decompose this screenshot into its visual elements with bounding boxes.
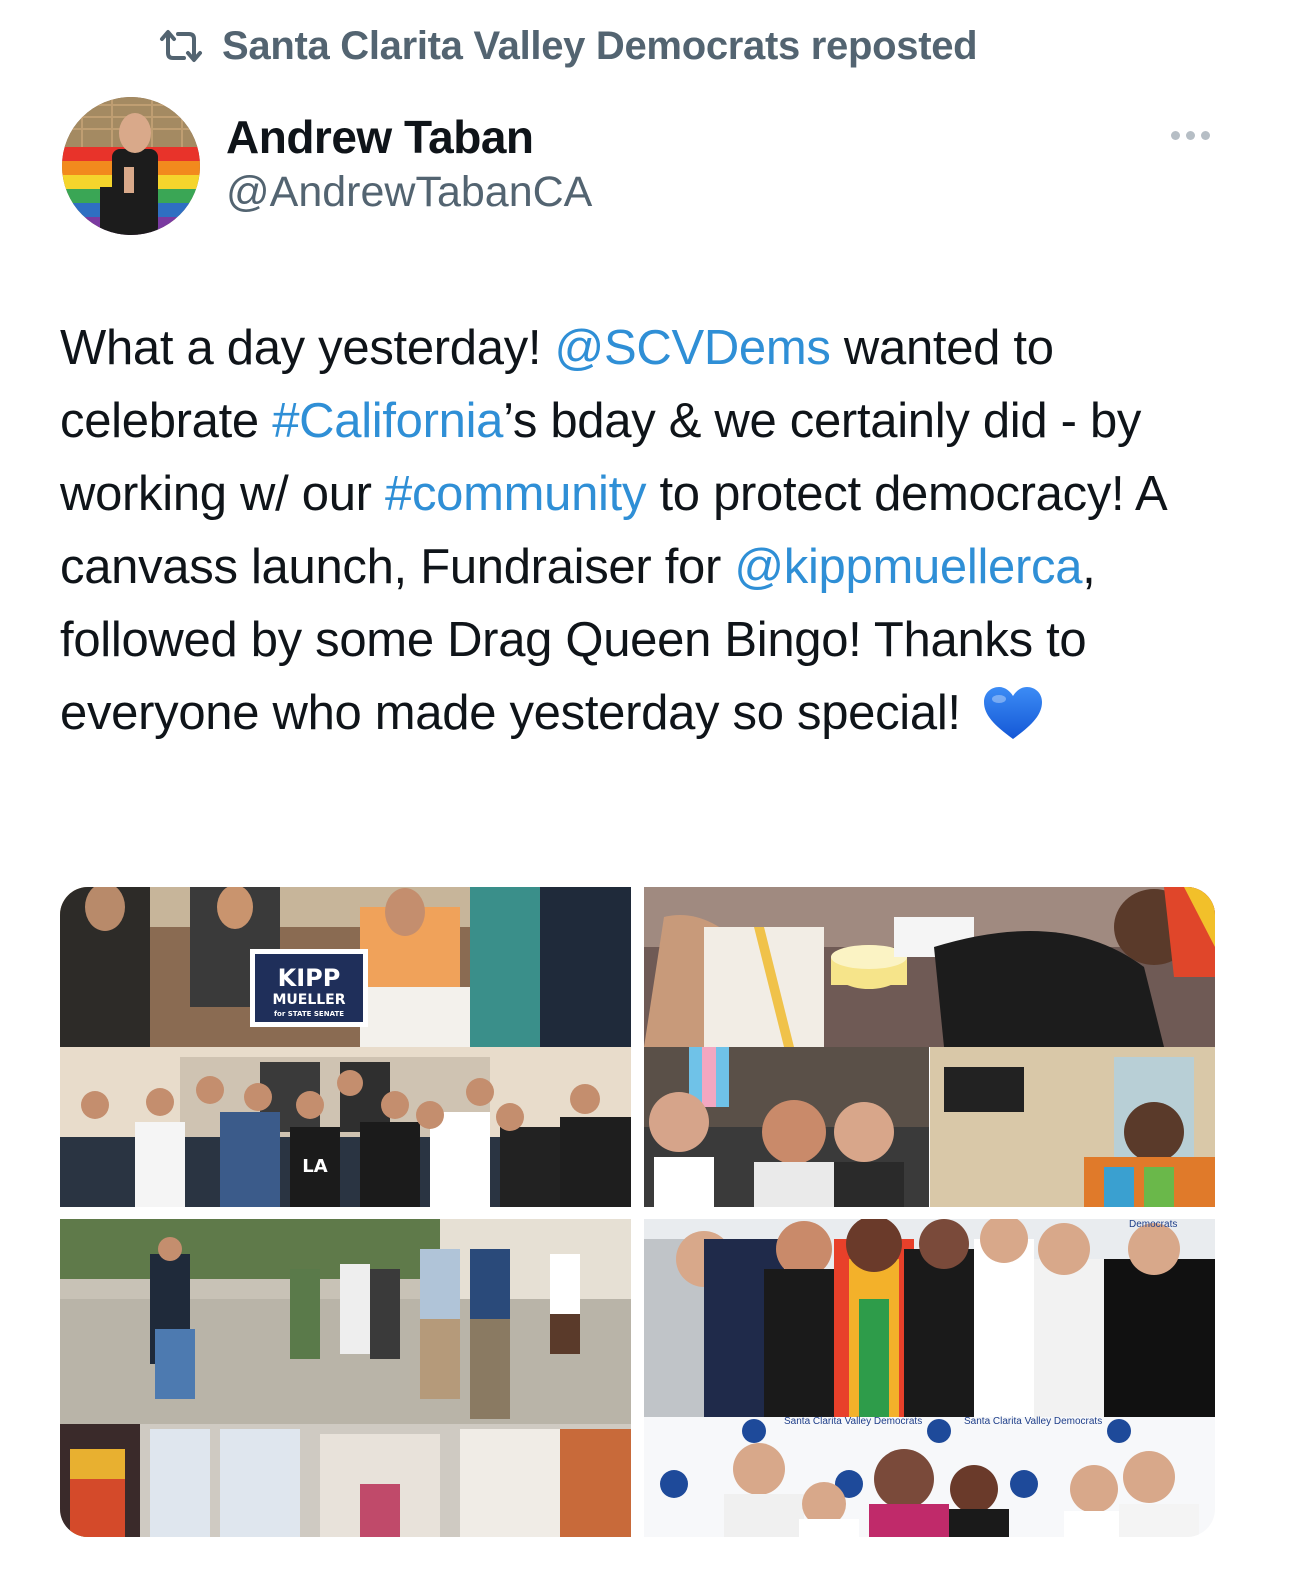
media-photo-drag-bingo[interactable]: Democrats Santa Clarita Valley Democrats… <box>644 1219 1215 1537</box>
author-handle[interactable]: @AndrewTabanCA <box>226 168 592 217</box>
media-photo-birthday-party[interactable] <box>644 887 1215 1207</box>
repost-label[interactable]: Santa Clarita Valley Democrats reposted <box>222 24 978 69</box>
sign-line-1: KIPP <box>278 964 341 992</box>
more-options-button[interactable] <box>1160 115 1220 155</box>
avatar[interactable] <box>62 97 200 235</box>
repost-indicator[interactable]: Santa Clarita Valley Democrats reposted <box>158 22 978 70</box>
sign-line-2: MUELLER <box>272 992 345 1008</box>
tweet-text: What a day yesterday! @SCVDems wanted to… <box>60 312 1230 762</box>
more-options-icon <box>1170 130 1180 140</box>
blue-heart-icon <box>982 685 1044 762</box>
media-photo-canvass-launch[interactable] <box>60 1219 631 1537</box>
backdrop-text-1: Santa Clarita Valley Democrats <box>784 1416 922 1427</box>
tweet-text-segment: What a day yesterday! <box>60 321 555 375</box>
backdrop-text-short: Democrats <box>1129 1219 1177 1230</box>
backdrop-text-2: Santa Clarita Valley Democrats <box>964 1416 1102 1427</box>
mention-link-scvdems[interactable]: @SCVDems <box>555 321 831 375</box>
media-photo-fundraiser[interactable]: KIPP MUELLER for STATE SENATE LA <box>60 887 631 1207</box>
sign-line-3: for STATE SENATE <box>274 1010 344 1018</box>
mention-link-kippmuellerca[interactable]: @kippmuellerca <box>734 540 1082 594</box>
hashtag-link-community[interactable]: #community <box>385 467 646 521</box>
media-grid: KIPP MUELLER for STATE SENATE LA Democra… <box>60 887 1215 1537</box>
hashtag-link-california[interactable]: #California <box>272 394 503 448</box>
shirt-text: LA <box>302 1156 327 1177</box>
author-display-name[interactable]: Andrew Taban <box>226 110 534 164</box>
repost-icon <box>158 29 204 63</box>
